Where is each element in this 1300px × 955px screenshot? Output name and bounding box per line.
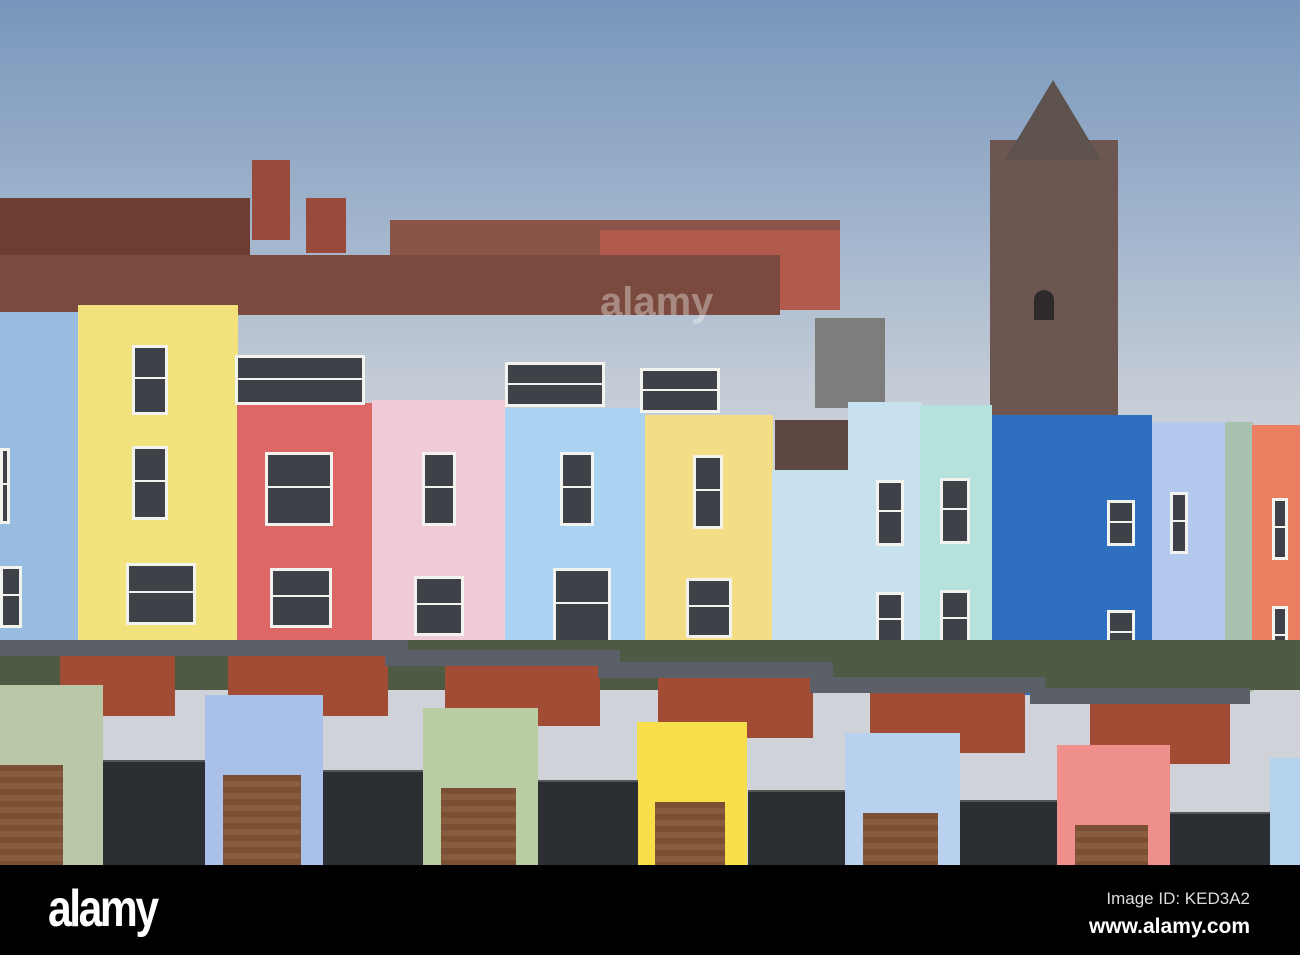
wood-cladding bbox=[441, 788, 516, 865]
watermark: alamy bbox=[600, 280, 714, 324]
glass-window bbox=[1170, 812, 1270, 865]
chimney bbox=[815, 318, 885, 408]
wood-cladding bbox=[863, 813, 938, 865]
window bbox=[132, 446, 168, 520]
window bbox=[560, 452, 594, 526]
glass-window bbox=[748, 790, 845, 865]
roof-cap bbox=[598, 662, 833, 678]
alamy-logo: alamy bbox=[48, 880, 159, 938]
window bbox=[1170, 492, 1188, 554]
window bbox=[132, 345, 168, 415]
house-pale-blue-top bbox=[848, 402, 922, 472]
wood-cladding bbox=[223, 775, 301, 865]
window bbox=[265, 452, 333, 526]
window bbox=[553, 568, 611, 643]
window bbox=[414, 576, 464, 636]
glass-window bbox=[323, 770, 423, 865]
wood-cladding bbox=[655, 802, 725, 865]
tower-spire bbox=[1005, 80, 1101, 160]
roof-cap bbox=[1030, 688, 1250, 704]
window bbox=[876, 480, 904, 546]
glass-window bbox=[103, 760, 205, 865]
roof-cap bbox=[0, 640, 195, 656]
window bbox=[693, 455, 723, 529]
roof-cap bbox=[810, 677, 1045, 693]
wood-cladding bbox=[0, 765, 63, 865]
window bbox=[126, 563, 196, 625]
roof-cap bbox=[168, 640, 408, 656]
window bbox=[686, 578, 732, 638]
glass-window bbox=[538, 780, 638, 865]
window bbox=[235, 355, 365, 405]
site-url: www.alamy.com bbox=[1088, 915, 1250, 938]
chimney bbox=[306, 198, 346, 253]
tower-window bbox=[1034, 290, 1054, 320]
glass-window bbox=[960, 800, 1057, 865]
roof bbox=[0, 198, 250, 258]
church-tower bbox=[990, 140, 1118, 420]
modern-house-block bbox=[1270, 758, 1300, 865]
window bbox=[1272, 498, 1288, 560]
chimney bbox=[252, 160, 290, 240]
window bbox=[1107, 500, 1135, 546]
wood-cladding bbox=[1075, 825, 1148, 865]
window bbox=[422, 452, 456, 526]
window bbox=[0, 448, 10, 524]
image-id: Image ID: KED3A2 bbox=[1106, 889, 1250, 908]
watermark-bar: alamy Image ID: KED3A2 www.alamy.com bbox=[0, 865, 1300, 955]
window bbox=[0, 566, 22, 628]
window bbox=[940, 478, 970, 544]
photo: alamy bbox=[0, 0, 1300, 865]
window bbox=[505, 362, 605, 407]
window bbox=[270, 568, 332, 628]
roof-cap bbox=[385, 650, 620, 666]
window bbox=[640, 368, 720, 413]
